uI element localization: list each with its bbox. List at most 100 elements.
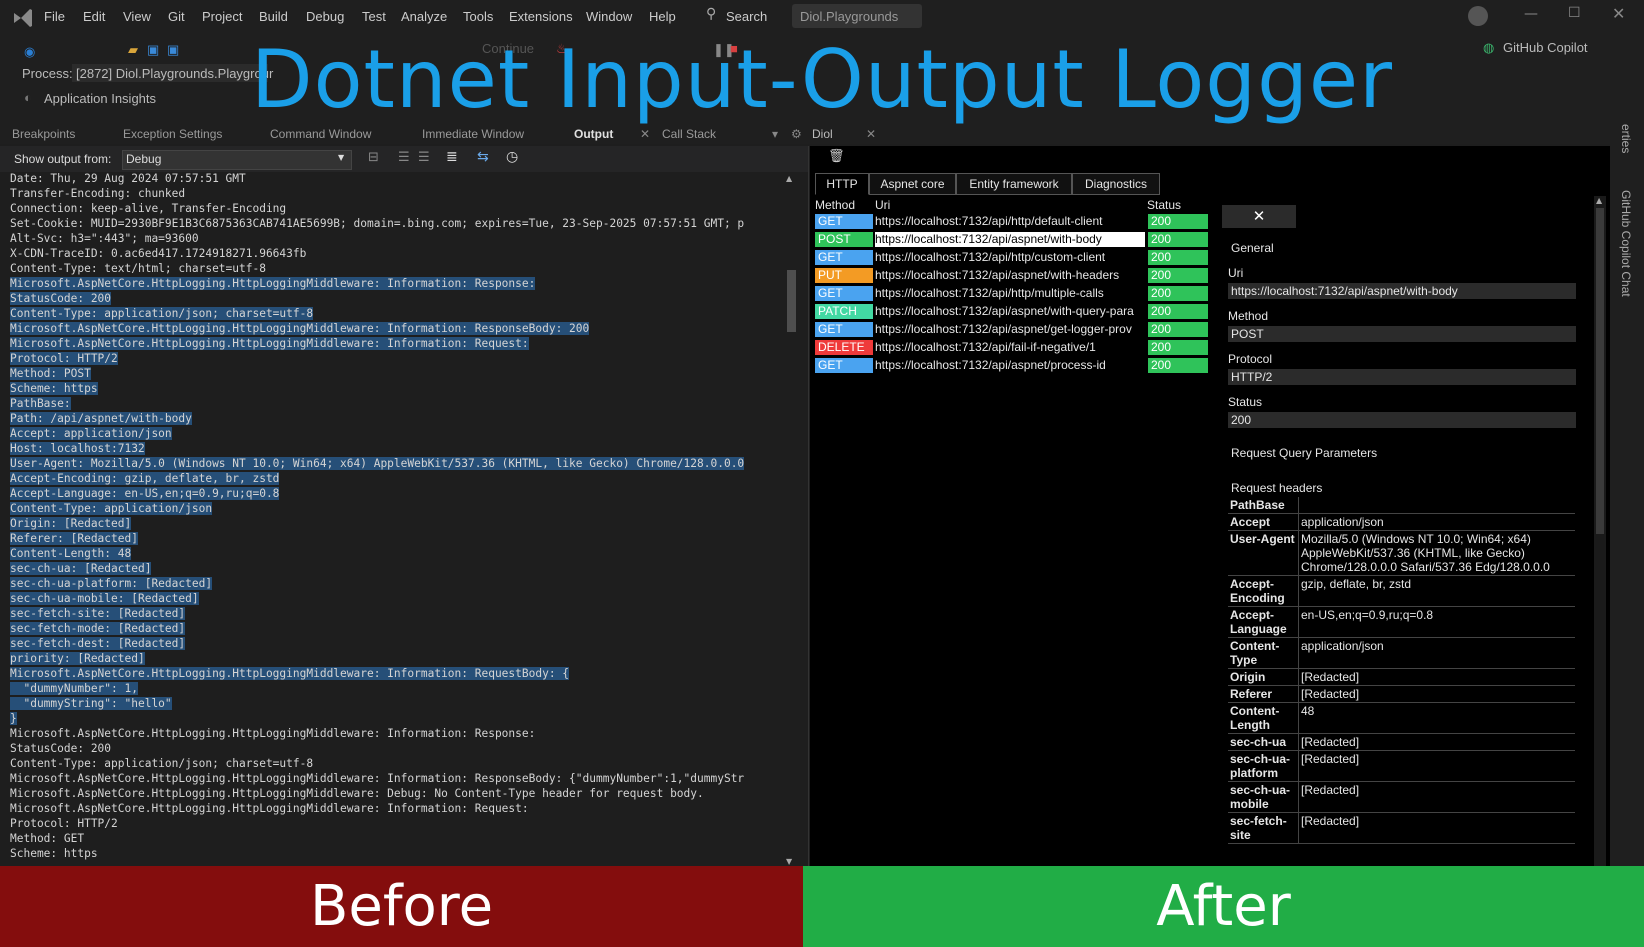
- log-line: Accept: application/json: [10, 426, 780, 441]
- properties-side-tab[interactable]: erties: [1619, 124, 1633, 153]
- method-field[interactable]: POST: [1228, 326, 1576, 342]
- menu-debug[interactable]: Debug: [306, 9, 344, 24]
- log-line: Accept-Encoding: gzip, deflate, br, zstd: [10, 471, 780, 486]
- request-method: GET: [815, 286, 873, 301]
- request-row[interactable]: GET https://localhost:7132/api/aspnet/get…: [815, 321, 1208, 338]
- menu-window[interactable]: Window: [586, 9, 632, 24]
- request-uri: https://localhost:7132/api/aspnet/with-h…: [875, 268, 1120, 282]
- menu-file[interactable]: File: [44, 9, 65, 24]
- log-line-text: Accept-Encoding: gzip, deflate, br, zstd: [10, 472, 280, 485]
- header-name: Content-Length: [1228, 702, 1299, 734]
- header-name: Origin: [1228, 668, 1299, 686]
- log-line-text: sec-fetch-mode: [Redacted]: [10, 622, 186, 635]
- log-line: sec-ch-ua-mobile: [Redacted]: [10, 591, 780, 606]
- log-line: priority: [Redacted]: [10, 651, 780, 666]
- log-line: User-Agent: Mozilla/5.0 (Windows NT 10.0…: [10, 456, 780, 471]
- log-line: Microsoft.AspNetCore.HttpLogging.HttpLog…: [10, 786, 780, 801]
- menu-build[interactable]: Build: [259, 9, 288, 24]
- log-line: PathBase:: [10, 396, 780, 411]
- search-box[interactable]: Search: [726, 9, 767, 24]
- side-tool-strip: erties GitHub Copilot Chat: [1610, 120, 1644, 866]
- log-line: Referer: [Redacted]: [10, 531, 780, 546]
- maximize-icon[interactable]: ☐: [1568, 5, 1581, 21]
- log-line-text: Content-Type: application/json; charset=…: [10, 757, 314, 770]
- request-method: GET: [815, 250, 873, 265]
- protocol-field[interactable]: HTTP/2: [1228, 369, 1576, 385]
- log-line-text: StatusCode: 200: [10, 292, 112, 305]
- header-value: [Redacted]: [1298, 750, 1575, 782]
- scroll-up-icon[interactable]: ▲: [786, 174, 792, 183]
- scroll-thumb[interactable]: [1596, 208, 1604, 534]
- menu-analyze[interactable]: Analyze: [401, 9, 447, 24]
- visual-studio-logo-icon: [14, 9, 32, 27]
- request-row[interactable]: GET https://localhost:7132/api/aspnet/pro…: [815, 357, 1208, 374]
- request-uri: https://localhost:7132/api/aspnet/get-lo…: [875, 322, 1132, 336]
- query-params-heading: Request Query Parameters: [1231, 446, 1378, 460]
- request-row[interactable]: DELETE https://localhost:7132/api/fail-if…: [815, 339, 1208, 356]
- scroll-up-icon[interactable]: ▲: [1596, 196, 1602, 205]
- minimize-icon[interactable]: —: [1524, 6, 1538, 22]
- tab-entity-framework[interactable]: Entity framework: [956, 173, 1072, 195]
- menu-tools[interactable]: Tools: [463, 9, 493, 24]
- header-name: sec-fetch-site: [1228, 812, 1299, 844]
- log-line: Content-Type: application/json; charset=…: [10, 306, 780, 321]
- header-value: gzip, deflate, br, zstd: [1298, 575, 1575, 607]
- next-message-icon[interactable]: ☰: [418, 150, 430, 165]
- clock-icon[interactable]: ◷: [506, 149, 518, 165]
- menu-project[interactable]: Project: [202, 9, 242, 24]
- tab-diagnostics[interactable]: Diagnostics: [1072, 173, 1160, 195]
- column-method: Method: [815, 198, 856, 212]
- account-avatar[interactable]: [1468, 6, 1488, 26]
- close-detail-button[interactable]: ✕: [1222, 205, 1296, 228]
- request-row[interactable]: GET https://localhost:7132/api/http/defau…: [815, 213, 1208, 230]
- find-message-icon[interactable]: ⊟: [368, 150, 379, 165]
- prev-message-icon[interactable]: ☰: [398, 150, 410, 165]
- request-headers-table: PathBase Accept application/json User-Agent…: [1228, 497, 1575, 844]
- menu-edit[interactable]: Edit: [83, 9, 105, 24]
- request-row[interactable]: GET https://localhost:7132/api/http/custo…: [815, 249, 1208, 266]
- menu-test[interactable]: Test: [362, 9, 386, 24]
- general-heading: General: [1231, 241, 1274, 255]
- request-row[interactable]: PUT https://localhost:7132/api/aspnet/wit…: [815, 267, 1208, 284]
- detail-scrollbar[interactable]: ▲: [1594, 196, 1606, 866]
- output-scrollbar[interactable]: ▲ ▼: [786, 174, 798, 866]
- log-line: Accept-Language: en-US,en;q=0.9,ru;q=0.8: [10, 486, 780, 501]
- scroll-thumb[interactable]: [787, 270, 796, 332]
- log-line-text: Path: /api/aspnet/with-body: [10, 412, 192, 425]
- log-line-text: Alt-Svc: h3=":443"; ma=93600: [10, 232, 199, 245]
- request-row[interactable]: PATCH https://localhost:7132/api/aspnet/w…: [815, 303, 1208, 320]
- log-line: Date: Thu, 29 Aug 2024 07:57:51 GMT: [10, 171, 780, 186]
- tab-http[interactable]: HTTP: [815, 173, 869, 195]
- menu-view[interactable]: View: [123, 9, 151, 24]
- clear-all-icon[interactable]: ≣: [446, 149, 458, 165]
- copilot-chat-side-tab[interactable]: GitHub Copilot Chat: [1619, 190, 1633, 297]
- request-uri: https://localhost:7132/api/http/multiple…: [875, 286, 1104, 300]
- status-field[interactable]: 200: [1228, 412, 1576, 428]
- output-source-dropdown[interactable]: Debug: [126, 152, 161, 166]
- menu-git[interactable]: Git: [168, 9, 185, 24]
- log-line-text: sec-fetch-dest: [Redacted]: [10, 637, 186, 650]
- request-row[interactable]: GET https://localhost:7132/api/http/multi…: [815, 285, 1208, 302]
- trash-icon[interactable]: 🗑: [828, 149, 845, 164]
- menu-help[interactable]: Help: [649, 9, 676, 24]
- log-line: sec-fetch-dest: [Redacted]: [10, 636, 780, 651]
- header-value: Mozilla/5.0 (Windows NT 10.0; Win64; x64…: [1298, 530, 1575, 576]
- output-log[interactable]: Date: Thu, 29 Aug 2024 07:57:51 GMT Trans…: [10, 171, 780, 866]
- solution-name: Diol.Playgrounds: [800, 9, 899, 24]
- word-wrap-icon[interactable]: ⇆: [477, 149, 489, 165]
- log-line: Origin: [Redacted]: [10, 516, 780, 531]
- tab-aspnet-core[interactable]: Aspnet core: [869, 173, 956, 195]
- log-line: Connection: keep-alive, Transfer-Encodin…: [10, 201, 780, 216]
- log-line: StatusCode: 200: [10, 291, 780, 306]
- log-line-text: Microsoft.AspNetCore.HttpLogging.HttpLog…: [10, 787, 704, 800]
- close-window-icon[interactable]: ✕: [1612, 4, 1625, 23]
- request-status: 200: [1148, 250, 1208, 265]
- uri-label: Uri: [1228, 266, 1244, 280]
- scroll-down-icon[interactable]: ▼: [786, 857, 792, 866]
- request-row[interactable]: POST https://localhost:7132/api/aspnet/wi…: [815, 231, 1208, 248]
- log-line-text: StatusCode: 200: [10, 742, 112, 755]
- header-name: Content-Type: [1228, 637, 1299, 669]
- uri-field[interactable]: https://localhost:7132/api/aspnet/with-b…: [1228, 283, 1576, 299]
- menu-extensions[interactable]: Extensions: [509, 9, 573, 24]
- log-line: Content-Type: text/html; charset=utf-8: [10, 261, 780, 276]
